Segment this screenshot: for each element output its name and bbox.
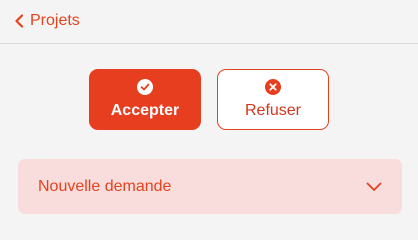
top-bar: Projets: [0, 0, 418, 44]
dropdown-label: Nouvelle demande: [38, 177, 172, 195]
accept-button[interactable]: Accepter: [89, 69, 201, 130]
nouvelle-demande-dropdown[interactable]: Nouvelle demande: [18, 159, 402, 214]
back-link-label: Projets: [30, 12, 80, 29]
refuse-button[interactable]: Refuser: [217, 69, 329, 130]
accept-label: Accepter: [110, 102, 180, 119]
chevron-down-icon: [366, 182, 382, 191]
refuse-label: Refuser: [244, 102, 302, 119]
x-circle-icon: [265, 79, 281, 95]
back-link-projets[interactable]: Projets: [14, 12, 80, 30]
check-circle-icon: [137, 79, 153, 95]
action-buttons: Accepter Refuser: [89, 69, 329, 130]
chevron-left-icon: [15, 14, 24, 28]
